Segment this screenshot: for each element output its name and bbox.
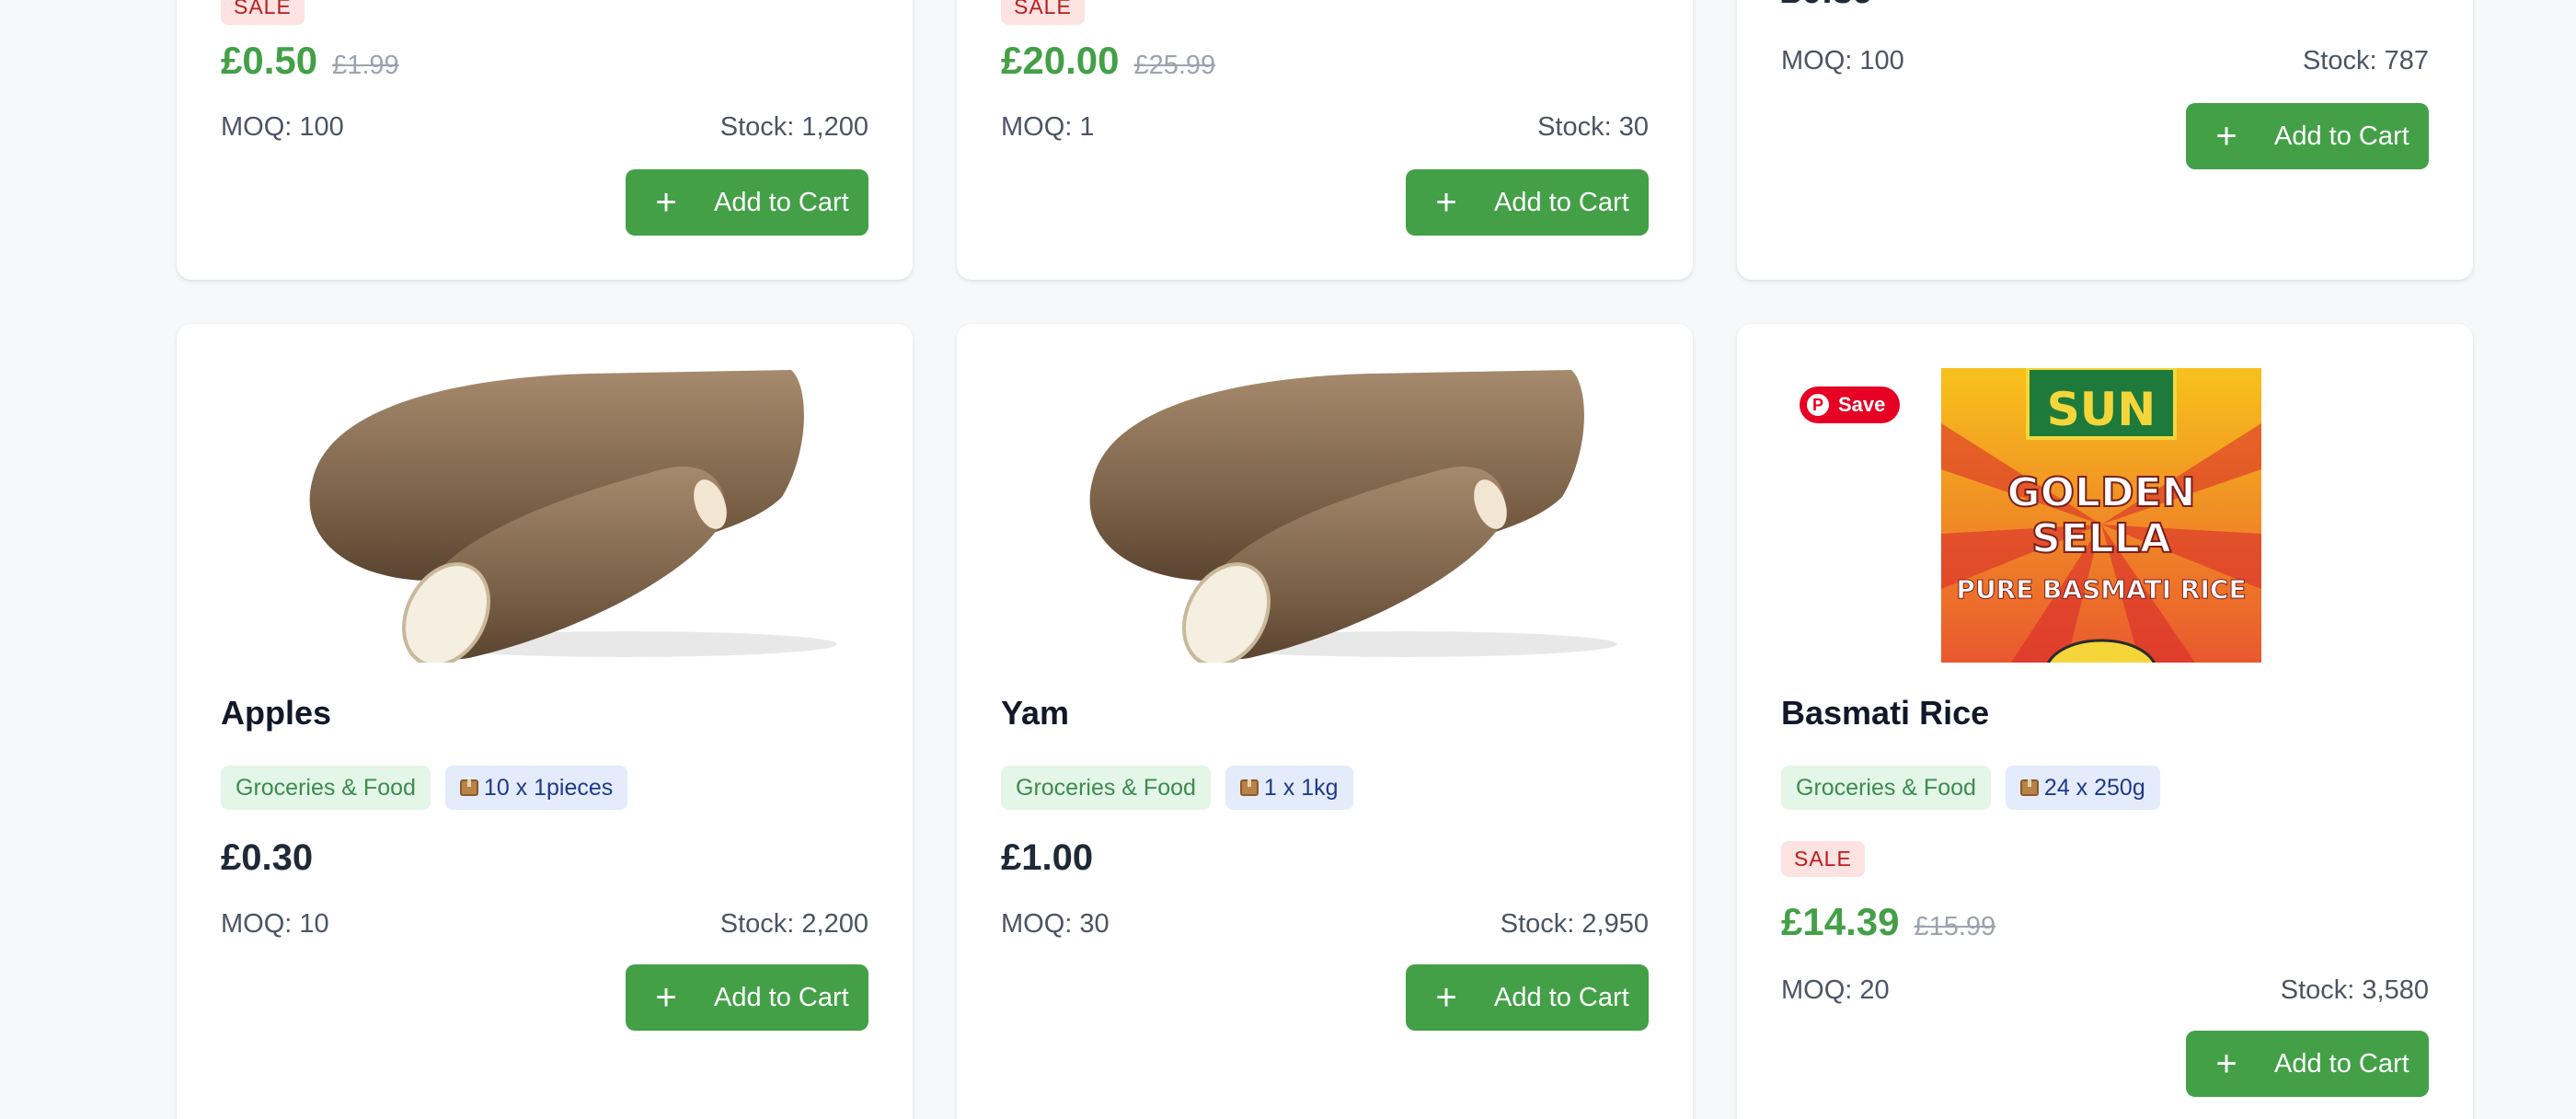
moq-label: MOQ: 100 <box>221 112 344 142</box>
moq-label: MOQ: 1 <box>1001 112 1095 142</box>
moq-label: MOQ: 10 <box>221 909 329 939</box>
original-price: £15.99 <box>1914 912 1996 941</box>
original-price: £25.99 <box>1133 51 1216 80</box>
product-card: SALE £20.00 £25.99 MOQ: 1 Stock: 30 + Ad… <box>957 0 1693 280</box>
product-card: P Save SUN GOLDEN SELLA PURE BASMATI RIC… <box>1737 324 2473 1119</box>
pack-size-tag: 10 x 1pieces <box>444 766 628 810</box>
pinterest-icon: P <box>1807 394 1829 416</box>
sale-badge: SALE <box>1001 0 1085 25</box>
sale-price: £0.50 <box>221 39 318 82</box>
add-to-cart-button[interactable]: + Add to Cart <box>2186 1031 2429 1097</box>
plus-icon: + <box>2215 1044 2237 1084</box>
box-icon <box>1239 779 1259 796</box>
box-icon <box>2019 779 2039 796</box>
bag-line2-text: SELLA <box>2031 515 2171 562</box>
bag-brand-text: SUN <box>2047 383 2156 436</box>
sale-badge: SALE <box>221 0 305 25</box>
stock-label: Stock: 787 <box>2302 46 2429 75</box>
stock-label: Stock: 3,580 <box>2280 975 2429 1005</box>
product-name[interactable]: Basmati Rice <box>1781 694 1989 732</box>
sale-price: £20.00 <box>1001 39 1120 82</box>
original-price: £1.99 <box>332 51 399 80</box>
product-card: Yam Groceries & Food 1 x 1kg £1.00 MOQ: … <box>957 324 1693 1119</box>
pack-size-tag: 24 x 250g <box>2005 766 2160 810</box>
stock-label: Stock: 2,950 <box>1500 909 1649 939</box>
bag-line1-text: GOLDEN <box>2007 469 2196 516</box>
yam-tuber-image <box>1089 370 1617 663</box>
price: £1.00 <box>1001 837 1094 878</box>
product-card: £0.89 MOQ: 100 Stock: 787 + Add to Cart <box>1737 0 2473 280</box>
add-to-cart-button[interactable]: + Add to Cart <box>626 169 868 236</box>
category-tag: Groceries & Food <box>221 766 431 810</box>
product-card: Apples Groceries & Food 10 x 1pieces £0.… <box>177 324 913 1119</box>
product-name[interactable]: Yam <box>1001 694 1069 732</box>
category-tag: Groceries & Food <box>1781 766 1991 810</box>
plus-icon: + <box>655 182 677 223</box>
add-to-cart-button[interactable]: + Add to Cart <box>1406 169 1649 236</box>
pack-size-label: 1 x 1kg <box>1263 774 1339 801</box>
moq-label: MOQ: 20 <box>1781 975 1890 1005</box>
box-icon <box>459 779 478 796</box>
pack-size-label: 10 x 1pieces <box>483 774 614 801</box>
plus-icon: + <box>1435 977 1457 1018</box>
add-to-cart-label: Add to Cart <box>1494 982 1629 1012</box>
stock-label: Stock: 1,200 <box>719 112 868 142</box>
add-to-cart-button[interactable]: + Add to Cart <box>626 964 868 1031</box>
pinterest-save-label: Save <box>1838 393 1886 416</box>
add-to-cart-label: Add to Cart <box>1494 187 1629 217</box>
pinterest-save-button[interactable]: P Save <box>1800 386 1901 423</box>
sale-badge: SALE <box>1781 841 1865 877</box>
plus-icon: + <box>2215 116 2237 156</box>
product-grid: SALE £0.50 £1.99 MOQ: 100 Stock: 1,200 +… <box>0 0 2576 1119</box>
add-to-cart-label: Add to Cart <box>714 187 849 217</box>
product-image[interactable] <box>221 368 868 663</box>
add-to-cart-label: Add to Cart <box>2274 121 2409 151</box>
pack-size-label: 24 x 250g <box>2043 774 2145 801</box>
product-image[interactable] <box>1001 368 1649 663</box>
add-to-cart-button[interactable]: + Add to Cart <box>2186 103 2429 169</box>
bag-line3-text: PURE BASMATI RICE <box>1956 574 2246 605</box>
price: £0.30 <box>221 837 314 878</box>
add-to-cart-label: Add to Cart <box>2274 1048 2409 1079</box>
stock-label: Stock: 2,200 <box>719 909 868 939</box>
category-tag: Groceries & Food <box>1001 766 1211 810</box>
yam-tuber-image <box>309 370 837 663</box>
plus-icon: + <box>655 977 677 1018</box>
stock-label: Stock: 30 <box>1537 112 1649 142</box>
pack-size-tag: 1 x 1kg <box>1225 766 1353 810</box>
product-name[interactable]: Apples <box>221 694 331 732</box>
add-to-cart-button[interactable]: + Add to Cart <box>1406 964 1649 1031</box>
product-card: SALE £0.50 £1.99 MOQ: 100 Stock: 1,200 +… <box>177 0 913 280</box>
moq-label: MOQ: 100 <box>1781 46 1904 75</box>
price: £0.89 <box>1781 0 1873 11</box>
plus-icon: + <box>1435 182 1457 223</box>
moq-label: MOQ: 30 <box>1001 909 1110 939</box>
add-to-cart-label: Add to Cart <box>714 982 849 1012</box>
sale-price: £14.39 <box>1781 900 1900 943</box>
